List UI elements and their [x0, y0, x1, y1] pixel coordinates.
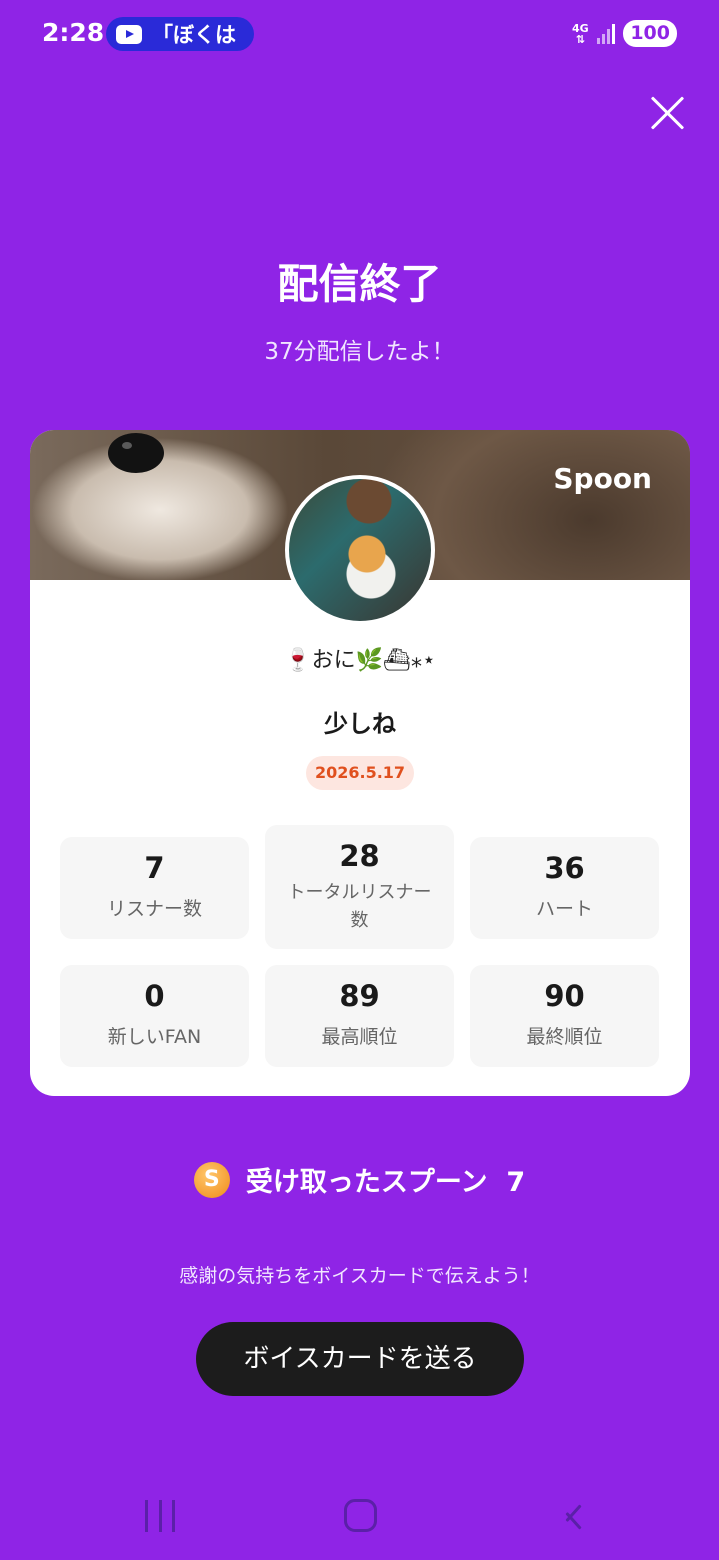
received-spoons-count: 7 [506, 1167, 526, 1198]
broadcast-title: 少しね [324, 710, 396, 738]
status-bar: 2:28 「ぼくは 4G ⇅ 100 [0, 0, 719, 70]
status-time: 2:28 [42, 18, 105, 47]
home-icon[interactable] [344, 1499, 377, 1532]
avatar [285, 475, 435, 625]
stat-label: 最終順位 [526, 1026, 603, 1048]
stat-label: 最高順位 [321, 1026, 398, 1048]
spoon-coin-icon: S [193, 1161, 230, 1198]
user-nickname: 🍷おに🌿⛴⁎⋆ [284, 648, 436, 673]
network-icon: 4G ⇅ [571, 21, 589, 46]
media-title: 「ぼくは [152, 23, 236, 47]
received-spoons: S 受け取ったスプーン 7 [0, 1160, 719, 1199]
stat-value: 36 [544, 851, 585, 885]
brand-logo: Spoon [553, 462, 652, 495]
cover-image-detail [108, 433, 164, 473]
stat-value: 89 [339, 979, 380, 1013]
page-subtitle: 37分配信したよ！ [264, 339, 455, 365]
date-badge: 2026.5.17 [306, 756, 414, 790]
stat-value: 0 [144, 979, 165, 1013]
stat-label: 新しいFAN [107, 1026, 202, 1048]
back-icon[interactable] [556, 1500, 576, 1532]
stat-value: 7 [144, 851, 165, 885]
media-pill[interactable]: 「ぼくは [106, 17, 254, 51]
received-spoons-label: 受け取ったスプーン 7 [245, 1167, 526, 1198]
signal-icon [597, 23, 616, 44]
stat-new-fans: 0 新しいFAN [60, 965, 249, 1067]
stat-hearts: 36 ハート [470, 837, 659, 939]
stat-total-listeners: 28 トータルリスナー数 [265, 825, 454, 949]
stat-listeners: 7 リスナー数 [60, 837, 249, 939]
status-icons: 4G ⇅ 100 [571, 20, 677, 47]
battery-indicator: 100 [623, 20, 677, 47]
stat-label: リスナー数 [106, 898, 202, 920]
page-title: 配信終了 [277, 260, 442, 308]
thanks-message: 感謝の気持ちをボイスカードで伝えよう！ [179, 1265, 540, 1287]
stat-label: ハート [535, 898, 593, 920]
stat-highest-rank: 89 最高順位 [265, 965, 454, 1067]
stat-value: 28 [339, 839, 380, 873]
stat-label: トータルリスナー数 [287, 882, 432, 931]
close-icon[interactable] [648, 94, 686, 132]
send-voice-card-button[interactable]: ボイスカードを送る [196, 1322, 524, 1396]
stat-final-rank: 90 最終順位 [470, 965, 659, 1067]
recents-icon[interactable] [145, 1500, 175, 1532]
stat-value: 90 [544, 979, 585, 1013]
youtube-icon [116, 24, 142, 44]
broadcast-summary-card: Spoon 🍷おに🌿⛴⁎⋆ 少しね 2026.5.17 7 リスナー数 28 ト… [30, 430, 690, 1096]
